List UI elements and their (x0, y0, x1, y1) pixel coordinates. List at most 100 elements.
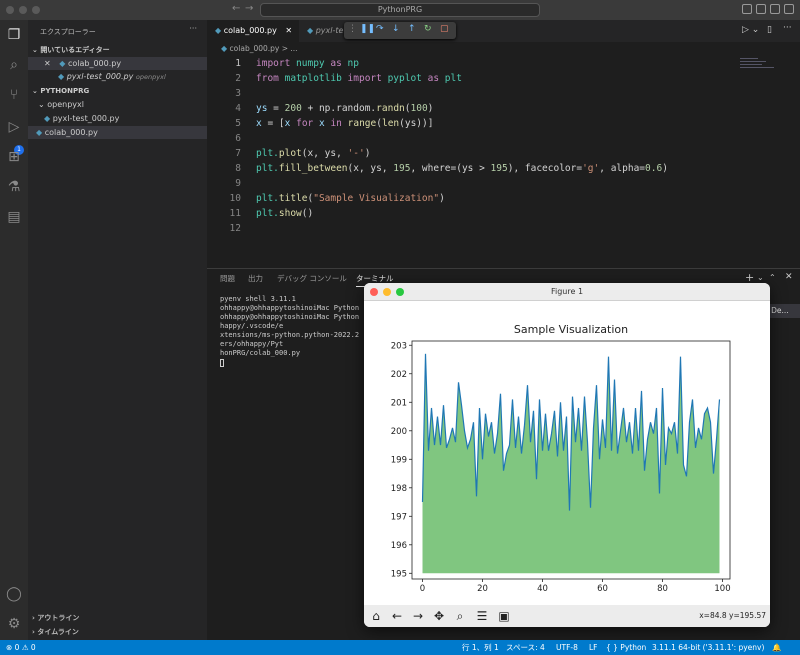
close-editor-icon[interactable]: ✕ (28, 59, 51, 68)
terminal-output[interactable]: pyenv shell 3.11.1 ohhappy@ohhappytoshino… (220, 295, 359, 367)
back-arrow-icon[interactable]: ← (389, 608, 405, 624)
settings-gear-icon[interactable]: ⚙ (5, 615, 23, 633)
problems-status[interactable]: ⊗ 0 ⚠ 0 (6, 640, 36, 655)
line-number: 5 (235, 118, 241, 129)
toggle-sidebar-icon[interactable] (742, 4, 752, 14)
drag-handle-icon[interactable]: ⋮ (348, 24, 357, 34)
bell-icon[interactable]: 🔔 (772, 640, 781, 655)
y-tick-label: 203 (391, 341, 407, 351)
source-control-icon[interactable]: ⑂ (5, 86, 23, 104)
step-over-icon[interactable]: ↷ (376, 24, 384, 34)
chart-canvas[interactable]: Sample Visualization 0 20 40 60 80 100 195 196 1… (364, 301, 770, 605)
search-icon[interactable]: ⌕ (5, 56, 23, 74)
maximize-window-button[interactable] (32, 6, 40, 14)
python-file-icon: ◆ (307, 26, 314, 35)
breadcrumb-rest[interactable]: > ... (282, 44, 298, 53)
minimap[interactable] (740, 58, 780, 78)
project-section[interactable]: ⌄ PYTHONPRG (28, 85, 207, 98)
breadcrumb-file[interactable]: colab_000.py (230, 44, 280, 53)
run-python-icon[interactable]: ▷ ⌄ (742, 25, 759, 35)
file-item[interactable]: ◆ pyxl-test_000.py (28, 112, 207, 125)
python-file-icon: ◆ (58, 72, 65, 81)
folder-item[interactable]: ⌄ openpyxl (28, 98, 207, 111)
tab-problems[interactable]: 問題 (220, 273, 235, 284)
code-token: ) (662, 163, 668, 174)
timeline-section[interactable]: › タイムライン (28, 626, 207, 639)
tab-output[interactable]: 出力 (248, 273, 263, 284)
file-item-selected[interactable]: ◆ colab_000.py (28, 126, 207, 139)
step-into-icon[interactable]: ↓ (392, 24, 400, 34)
open-editors-section[interactable]: ⌄ 開いているエディター (28, 44, 207, 57)
code-token: from (256, 73, 279, 84)
notebook-icon[interactable]: ▤ (5, 208, 23, 226)
open-editors-label: 開いているエディター (40, 46, 110, 54)
testing-icon[interactable]: ⚗ (5, 178, 23, 196)
close-tab-icon[interactable]: ✕ (279, 26, 292, 35)
toggle-panel-icon[interactable] (756, 4, 766, 14)
python-file-icon: ◆ (215, 26, 222, 35)
more-actions-icon[interactable]: ··· (189, 24, 197, 33)
code-token: as (330, 58, 342, 69)
maximize-window-button[interactable] (396, 288, 404, 296)
outline-section[interactable]: › アウトライン (28, 612, 207, 625)
explorer-icon[interactable]: ❐ (5, 26, 23, 44)
cursor-position[interactable]: 行 1、列 1 (462, 640, 499, 655)
y-tick-label: 202 (391, 370, 407, 380)
code-editor[interactable]: 1 2 3 4 5 6 7 8 9 10 11 12 import numpy … (207, 56, 800, 268)
maximize-panel-icon[interactable]: ⌃ (769, 273, 776, 282)
home-icon[interactable]: ⌂ (368, 608, 384, 624)
line-number: 7 (235, 148, 241, 159)
pan-icon[interactable]: ✥ (431, 608, 447, 624)
encoding-status[interactable]: UTF-8 (556, 640, 578, 655)
code-line: ys = 200 + np.random.randn(100) (256, 103, 433, 114)
step-out-icon[interactable]: ↑ (408, 24, 416, 34)
code-token: plt. (256, 193, 279, 204)
tab-debug-console[interactable]: デバッグ コンソール (277, 273, 347, 284)
customize-layout-icon[interactable] (784, 4, 794, 14)
language-mode[interactable]: { } Python (606, 640, 646, 655)
toggle-secondary-sidebar-icon[interactable] (770, 4, 780, 14)
open-editor-item[interactable]: ✕ ◆ colab_000.py (28, 57, 207, 70)
stop-icon[interactable]: ▢ (440, 24, 449, 34)
terminal-line: happy/.vscode/e (220, 322, 284, 330)
python-interpreter[interactable]: 3.11.1 64-bit ('3.11.1': pyenv) (652, 640, 764, 655)
open-editor-name: pyxl-test_000.py (66, 72, 134, 81)
back-icon[interactable]: ← (232, 3, 240, 14)
line-number: 2 (235, 73, 241, 84)
close-panel-icon[interactable]: ✕ (785, 272, 793, 282)
code-token: as (427, 73, 440, 84)
terminal-cursor (220, 359, 224, 367)
account-icon[interactable]: ◯ (5, 585, 23, 603)
close-window-button[interactable] (6, 6, 14, 14)
zoom-icon[interactable]: ⌕ (452, 608, 468, 624)
code-token: numpy (290, 58, 331, 69)
run-debug-icon[interactable]: ▷ (5, 118, 23, 136)
command-center-search[interactable]: PythonPRG (260, 3, 540, 17)
close-window-button[interactable] (370, 288, 378, 296)
eol-status[interactable]: LF (589, 640, 598, 655)
minimize-window-button[interactable] (19, 6, 27, 14)
figure-title: Figure 1 (550, 287, 584, 296)
open-editor-item[interactable]: ◆ pyxl-test_000.py openpyxl (28, 70, 207, 83)
minimize-window-button[interactable] (383, 288, 391, 296)
matplotlib-figure-window: Figure 1 Sample Visualization 0 20 40 60 80 1… (364, 283, 770, 627)
indentation-status[interactable]: スペース: 4 (506, 640, 545, 655)
tab-colab[interactable]: ◆ colab_000.py ✕ (207, 20, 299, 42)
configure-subplots-icon[interactable]: ☰ (474, 608, 490, 624)
code-line: plt.plot(x, ys, '-') (256, 148, 370, 159)
figure-toolbar: ⌂ ← → ✥ ⌕ ☰ ▣ x=84.8 y=195.57 (364, 605, 770, 627)
restart-icon[interactable]: ↻ (424, 24, 432, 34)
tab-pyxl-test[interactable]: ◆ pyxl-te (299, 20, 349, 42)
forward-icon[interactable]: → (245, 3, 253, 14)
forward-arrow-icon[interactable]: → (410, 608, 426, 624)
more-actions-icon[interactable]: ··· (783, 23, 792, 33)
code-line: plt.fill_between(x, ys, 195, where=(ys >… (256, 163, 668, 174)
outline-label: アウトライン (37, 614, 80, 622)
split-editor-icon[interactable]: ▯ (767, 25, 772, 35)
terminal-line: ohhappy@ohhappytoshinoiMac Python (220, 304, 360, 312)
window-titlebar: ← → PythonPRG (0, 0, 800, 20)
chevron-down-icon[interactable]: ⌄ (757, 273, 764, 282)
pause-icon[interactable]: ❚❚ (360, 24, 375, 34)
save-icon[interactable]: ▣ (496, 608, 512, 624)
extensions-icon[interactable]: ⊞ (5, 148, 23, 166)
